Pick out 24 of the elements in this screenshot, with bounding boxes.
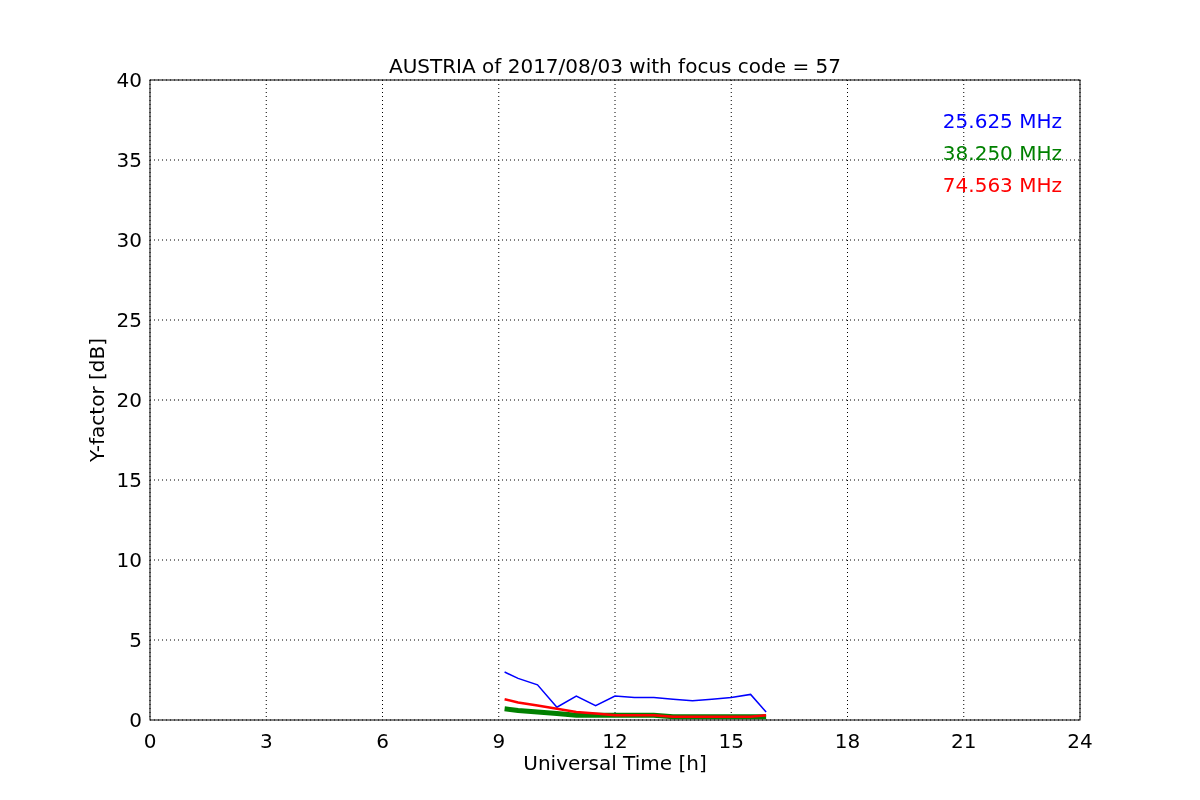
x-tick-label: 9: [492, 729, 506, 753]
x-tick-label: 15: [718, 729, 744, 753]
legend-label: 74.563 MHz: [942, 173, 1062, 197]
y-tick-label: 25: [116, 308, 142, 332]
x-tick-label: 3: [259, 729, 273, 753]
y-axis-label: Y-factor [dB]: [85, 338, 109, 462]
x-tick-label: 6: [376, 729, 389, 753]
y-tick-label: 10: [116, 548, 142, 572]
x-tick-label: 0: [143, 729, 157, 753]
y-tick-label: 35: [116, 148, 142, 172]
legend-label: 38.250 MHz: [942, 141, 1062, 165]
y-tick-label: 0: [129, 708, 142, 732]
x-axis-label: Universal Time [h]: [523, 751, 707, 775]
legend-label: 25.625 MHz: [942, 109, 1062, 133]
y-tick-label: 5: [129, 628, 142, 652]
y-tick-label: 40: [116, 68, 142, 92]
y-tick-label: 15: [116, 468, 142, 492]
y-tick-label: 20: [116, 388, 142, 412]
y-tick-label: 30: [116, 228, 142, 252]
chart-title: AUSTRIA of 2017/08/03 with focus code = 57: [389, 54, 841, 78]
x-tick-label: 24: [1067, 729, 1093, 753]
x-tick-label: 12: [602, 729, 628, 753]
x-tick-label: 18: [834, 729, 861, 753]
x-tick-label: 21: [951, 729, 977, 753]
